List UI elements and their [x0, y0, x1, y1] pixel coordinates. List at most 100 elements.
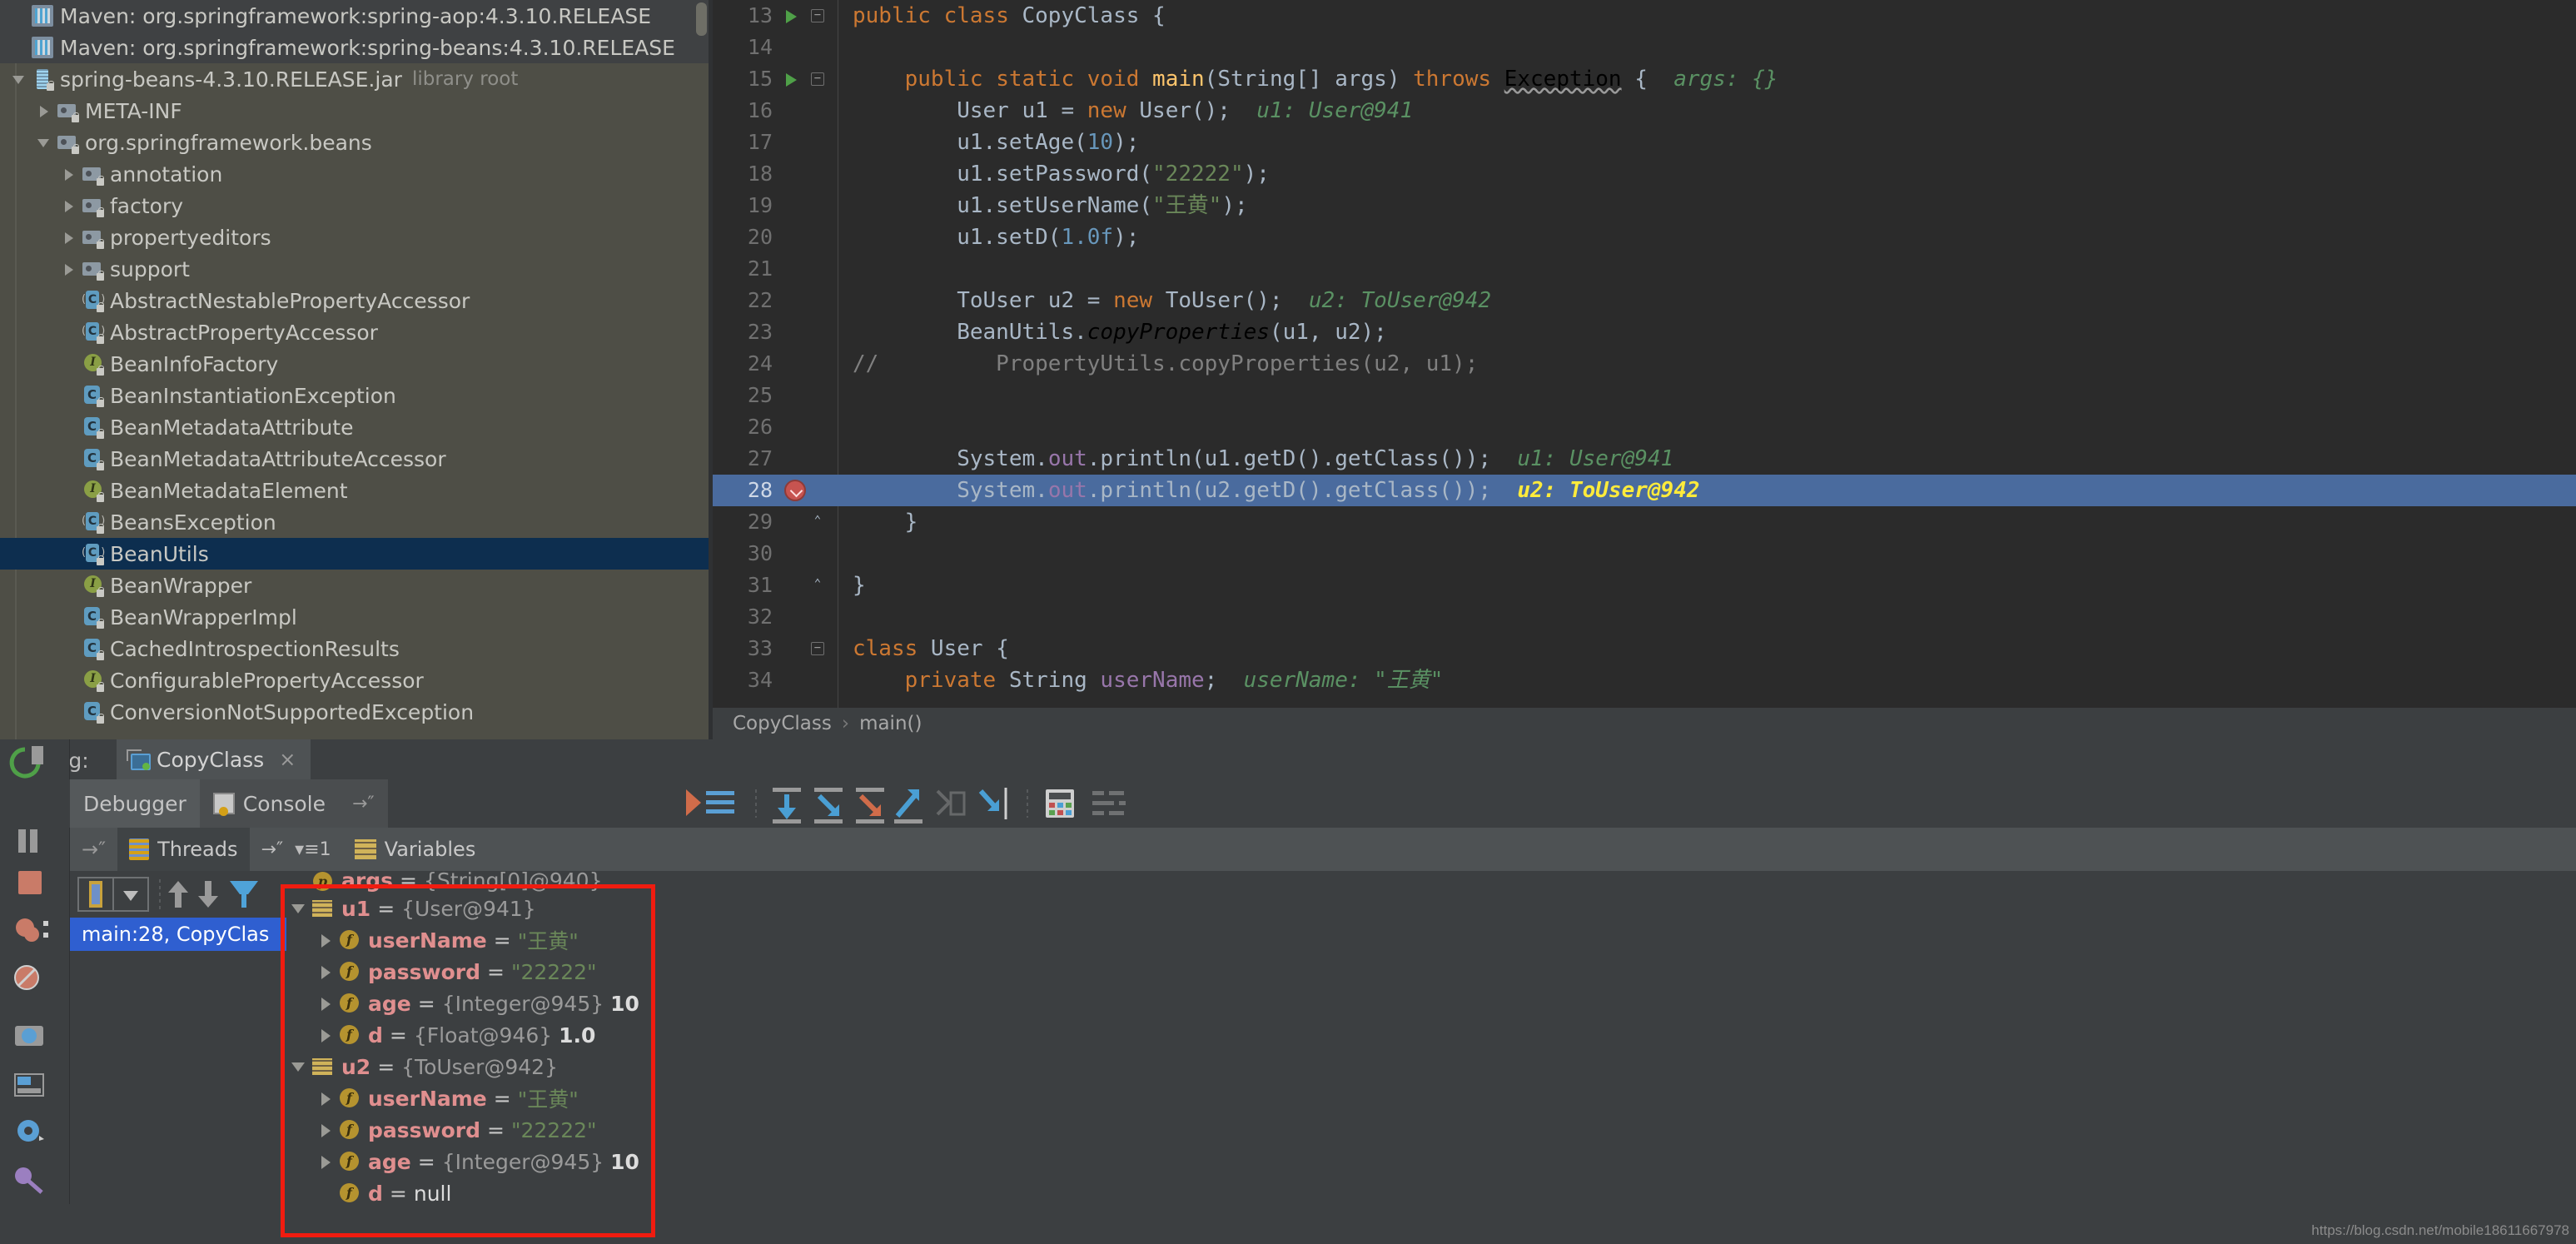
tree-item[interactable]: BeanInstantiationException — [0, 380, 709, 411]
tree-item[interactable]: support — [0, 253, 709, 285]
variable-expand-closed-icon[interactable] — [316, 1026, 335, 1044]
code-line[interactable]: 30 — [713, 538, 2576, 570]
debug-subtab-row[interactable]: →″ Threads →″ ▾≡1 Variables — [70, 828, 2576, 871]
variable-row[interactable]: age={Integer@945}10 — [286, 988, 2576, 1019]
tree-item[interactable]: spring-beans-4.3.10.RELEASE.jar library r… — [0, 63, 709, 95]
breadcrumb-method[interactable]: main() — [859, 713, 922, 734]
code-fold-icon[interactable]: − — [811, 642, 824, 655]
frames-toolbar[interactable] — [70, 871, 286, 918]
code-line[interactable]: 25 — [713, 380, 2576, 411]
variable-expand-closed-icon[interactable] — [316, 963, 335, 981]
tree-item[interactable]: BeanMetadataAttributeAccessor — [0, 443, 709, 475]
code-line[interactable]: 34 private String userName; userName: "王… — [713, 664, 2576, 696]
run-gutter-icon[interactable] — [786, 10, 797, 23]
code-line[interactable]: 13 − public class CopyClass { — [713, 0, 2576, 32]
tree-expand-closed-icon[interactable] — [62, 167, 77, 182]
code-line[interactable]: 33 − class User { — [713, 633, 2576, 664]
variable-expand-open-icon[interactable] — [290, 899, 308, 918]
threads-count-badge[interactable]: ▾≡1 — [295, 828, 342, 871]
tree-item[interactable]: Maven: org.springframework:spring-aop:4.… — [0, 0, 709, 32]
variable-expand-open-icon[interactable] — [290, 1057, 308, 1076]
tree-expand-closed-icon[interactable] — [62, 261, 77, 276]
code-line[interactable]: 20 u1.setD(1.0f); — [713, 221, 2576, 253]
subtab-overflow-icon[interactable]: →″ — [70, 828, 117, 871]
code-line[interactable]: 26 — [713, 411, 2576, 443]
tree-expand-closed-icon[interactable] — [62, 230, 77, 245]
variable-row[interactable]: password="22222" — [286, 956, 2576, 988]
code-line[interactable]: 27 System.out.println(u1.getD().getClass… — [713, 443, 2576, 475]
tree-item[interactable]: BeanWrapper — [0, 570, 709, 601]
close-icon[interactable]: × — [279, 748, 296, 771]
tree-item[interactable]: annotation — [0, 158, 709, 190]
tree-expand-open-icon[interactable] — [12, 72, 27, 87]
threads-filter-icon[interactable]: →″ — [250, 828, 296, 871]
code-line[interactable]: 22 ToUser u2 = new ToUser(); u2: ToUser@… — [713, 285, 2576, 316]
code-lines[interactable]: 13 − public class CopyClass {14 15 − public … — [713, 0, 2576, 696]
code-editor[interactable]: 13− public class CopyClass {14 15− public … — [713, 0, 2576, 739]
tree-expand-closed-icon[interactable] — [62, 198, 77, 213]
code-fold-icon[interactable]: ⌃ — [811, 515, 824, 529]
breakpoint-icon[interactable] — [784, 480, 806, 501]
variable-expand-closed-icon[interactable] — [316, 1089, 335, 1107]
tree-item[interactable]: AbstractPropertyAccessor — [0, 316, 709, 348]
tree-item[interactable]: factory — [0, 190, 709, 221]
tree-scrollbar-thumb[interactable] — [696, 2, 707, 36]
code-line[interactable]: 28 System.out.println(u2.getD().getClass… — [713, 475, 2576, 506]
variable-row[interactable]: args = {String[0]@940} — [286, 871, 2576, 893]
tree-item[interactable]: ConversionNotSupportedException — [0, 696, 709, 728]
tab-overflow-icon[interactable]: →″ — [339, 779, 388, 828]
tree-item[interactable]: org.springframework.beans — [0, 127, 709, 158]
tree-item[interactable]: BeanWrapperImpl — [0, 601, 709, 633]
variable-row[interactable]: age={Integer@945}10 — [286, 1146, 2576, 1177]
code-line[interactable]: 17 u1.setAge(10); — [713, 127, 2576, 158]
variable-row[interactable]: userName="王黄" — [286, 1082, 2576, 1114]
code-line[interactable]: 14 — [713, 32, 2576, 63]
tree-item[interactable]: BeanMetadataAttribute — [0, 411, 709, 443]
code-line[interactable]: 23 BeanUtils.copyProperties(u1, u2); — [713, 316, 2576, 348]
project-tree-panel[interactable]: Maven: org.springframework:spring-aop:4.… — [0, 0, 709, 739]
variable-expand-closed-icon[interactable] — [316, 1121, 335, 1139]
debug-tool-window[interactable]: Debug: CopyClass × — [0, 739, 2576, 1244]
tree-item[interactable]: propertyeditors — [0, 221, 709, 253]
debugger-tab-group[interactable]: Debugger Console →″ — [70, 779, 388, 828]
variable-row[interactable]: password="22222" — [286, 1114, 2576, 1146]
debug-session-tab[interactable]: CopyClass × — [117, 739, 311, 779]
code-line[interactable]: 29 ⌃ } — [713, 506, 2576, 538]
tree-item[interactable]: BeanUtils — [0, 538, 709, 570]
tree-item[interactable]: BeanInfoFactory — [0, 348, 709, 380]
breadcrumb-class[interactable]: CopyClass — [733, 713, 832, 734]
frames-list[interactable]: main:28, CopyClas — [70, 918, 286, 1204]
code-fold-icon[interactable]: − — [811, 9, 824, 22]
variable-row[interactable]: u2 = {ToUser@942} — [286, 1051, 2576, 1082]
code-fold-icon[interactable]: ⌃ — [811, 578, 824, 592]
code-line[interactable]: 15 − public static void main(String[] arg… — [713, 63, 2576, 95]
variable-row[interactable]: u1 = {User@941} — [286, 893, 2576, 924]
tree-expand-open-icon[interactable] — [37, 135, 52, 150]
subtab-threads[interactable]: Threads — [117, 828, 250, 871]
code-fold-icon[interactable]: − — [811, 72, 824, 86]
code-line[interactable]: 31 ⌃} — [713, 570, 2576, 601]
project-tree-list[interactable]: Maven: org.springframework:spring-aop:4.… — [0, 0, 709, 728]
code-line[interactable]: 18 u1.setPassword("22222"); — [713, 158, 2576, 190]
variable-row[interactable]: d=null — [286, 1177, 2576, 1209]
tree-item[interactable]: BeansException — [0, 506, 709, 538]
tree-item[interactable]: AbstractNestablePropertyAccessor — [0, 285, 709, 316]
tree-item[interactable]: Maven: org.springframework:spring-beans:… — [0, 32, 709, 63]
code-line[interactable]: 21 — [713, 253, 2576, 285]
breadcrumb[interactable]: CopyClass › main() — [713, 708, 2576, 739]
tree-item[interactable]: META-INF — [0, 95, 709, 127]
variable-expand-closed-icon[interactable] — [316, 1152, 335, 1171]
variable-expand-closed-icon[interactable] — [316, 994, 335, 1013]
tab-console[interactable]: Console — [200, 779, 339, 828]
frame-row[interactable]: main:28, CopyClas — [70, 918, 286, 951]
code-line[interactable]: 32 — [713, 601, 2576, 633]
code-line[interactable]: 16 User u1 = new User(); u1: User@941 — [713, 95, 2576, 127]
run-gutter-icon[interactable] — [786, 73, 797, 87]
tree-item[interactable]: ConfigurablePropertyAccessor — [0, 664, 709, 696]
variables-tree[interactable]: args={String[0]@940}u1={User@941}userNam… — [286, 871, 2576, 1206]
variable-row[interactable]: userName="王黄" — [286, 924, 2576, 956]
subtab-variables[interactable]: Variables — [343, 828, 488, 871]
stepping-toolbar[interactable] — [683, 779, 1515, 828]
variable-expand-closed-icon[interactable] — [316, 931, 335, 949]
variable-row[interactable]: d={Float@946}1.0 — [286, 1019, 2576, 1051]
